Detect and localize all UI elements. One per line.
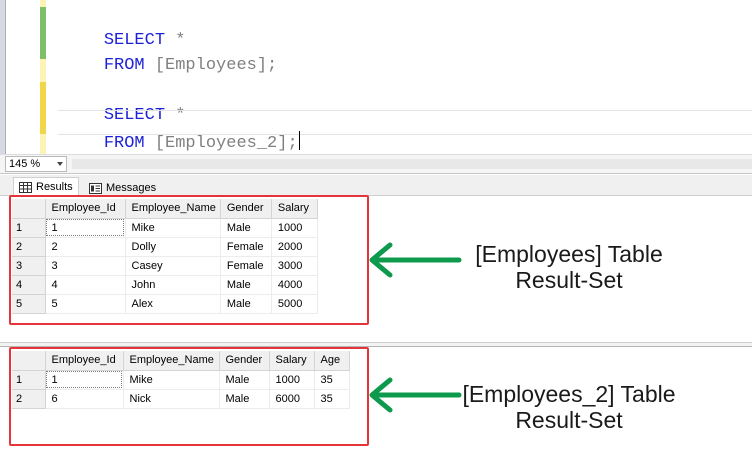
grid-icon <box>19 182 32 193</box>
sql-text: [Employees_2]; <box>144 134 298 153</box>
chevron-down-icon <box>57 162 63 166</box>
horizontal-scrollbar[interactable] <box>72 159 752 169</box>
messages-icon <box>89 183 102 194</box>
highlight-box-employees-2 <box>9 347 369 446</box>
code-line-2[interactable]: FROM [Employees]; <box>63 37 277 94</box>
sql-editor[interactable]: SELECT * FROM [Employees]; SELECT * FROM… <box>0 0 752 154</box>
annotation-line: [Employees_2] Table <box>462 381 676 407</box>
saved-change-marker <box>40 7 46 59</box>
sql-keyword: FROM <box>103 134 145 153</box>
annotation-employees: [Employees] Table Result-Set <box>444 241 694 293</box>
text-caret <box>298 131 300 150</box>
annotation-line: Result-Set <box>515 267 623 293</box>
editor-left-strip <box>0 0 6 154</box>
unsaved-change-marker <box>40 82 46 134</box>
annotation-line: Result-Set <box>515 407 623 433</box>
tab-results[interactable]: Results <box>13 177 79 196</box>
tab-messages-label: Messages <box>106 182 157 194</box>
results-tab-strip: Results Messages <box>0 175 752 196</box>
sql-text: [Employees]; <box>144 56 278 75</box>
zoom-dropdown[interactable]: 145 % <box>5 156 67 172</box>
tab-results-label: Results <box>36 181 73 193</box>
zoom-value: 145 % <box>9 158 41 170</box>
highlight-box-employees <box>9 195 369 325</box>
annotation-line: [Employees] Table <box>475 241 663 267</box>
annotation-employees-2: [Employees_2] Table Result-Set <box>444 381 694 433</box>
sql-keyword: FROM <box>103 56 145 75</box>
editor-status-bar: 145 % <box>0 154 752 174</box>
